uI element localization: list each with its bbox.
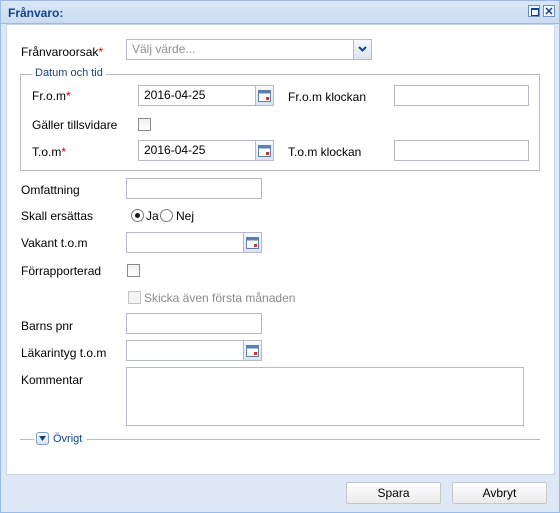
pre-reported-checkbox[interactable]: [127, 264, 140, 277]
compensate-no-radio[interactable]: [160, 209, 173, 222]
datetime-legend: Datum och tid: [32, 67, 106, 79]
reason-placeholder: Välj värde...: [132, 42, 196, 56]
child-pnr-label: Barns pnr: [21, 319, 74, 333]
reason-select[interactable]: Välj värde...: [126, 39, 372, 60]
from-time-label: Fr.o.m klockan: [288, 90, 367, 104]
title-bar[interactable]: Frånvaro:: [1, 1, 559, 24]
valid-until-further-label: Gäller tillsvidare: [32, 118, 118, 132]
compensate-yes-label[interactable]: Ja: [146, 209, 159, 223]
comment-label: Kommentar: [21, 373, 84, 387]
from-time-input[interactable]: [394, 85, 529, 106]
divider: [20, 439, 34, 440]
to-date-value: 2016-04-25: [144, 143, 206, 157]
medical-cert-until-label: Läkarintyg t.o.m: [21, 346, 107, 360]
extent-label: Omfattning: [21, 183, 80, 197]
expand-icon[interactable]: [36, 432, 49, 445]
compensate-label: Skall ersättas: [21, 209, 94, 223]
other-section-toggle[interactable]: Övrigt: [53, 433, 82, 445]
calendar-icon[interactable]: [256, 140, 274, 161]
maximize-icon[interactable]: [528, 5, 540, 17]
from-date-input[interactable]: 2016-04-25: [138, 85, 256, 106]
to-time-input[interactable]: [394, 140, 529, 161]
from-date-label: Fr.o.m*: [32, 89, 71, 103]
extent-input[interactable]: [126, 178, 262, 199]
send-first-month-label: Skicka även första månaden: [144, 291, 296, 305]
comment-textarea[interactable]: [126, 367, 524, 426]
to-date-input[interactable]: 2016-04-25: [138, 140, 256, 161]
compensate-yes-radio[interactable]: [131, 209, 144, 222]
divider: [87, 439, 540, 440]
vacant-until-label: Vakant t.o.m: [21, 236, 88, 250]
medical-cert-until-input[interactable]: [126, 340, 244, 361]
save-button[interactable]: Spara: [346, 482, 441, 504]
compensate-no-label[interactable]: Nej: [176, 209, 194, 223]
pre-reported-label: Förrapporterad: [21, 264, 102, 278]
reason-label: Frånvaroorsak*: [21, 45, 104, 59]
send-first-month-checkbox[interactable]: [128, 291, 141, 304]
dialog-title: Frånvaro:: [8, 6, 64, 20]
cancel-button[interactable]: Avbryt: [452, 482, 547, 504]
vacant-until-input[interactable]: [126, 232, 244, 253]
to-time-label: T.o.m klockan: [288, 145, 362, 159]
to-date-label: T.o.m*: [32, 145, 67, 159]
valid-until-further-checkbox[interactable]: [138, 118, 151, 131]
calendar-icon[interactable]: [244, 340, 262, 361]
calendar-icon[interactable]: [256, 85, 274, 106]
chevron-down-icon[interactable]: [353, 40, 371, 59]
calendar-icon[interactable]: [244, 232, 262, 253]
from-date-value: 2016-04-25: [144, 88, 206, 102]
close-icon[interactable]: [543, 5, 555, 17]
child-pnr-input[interactable]: [126, 313, 262, 334]
